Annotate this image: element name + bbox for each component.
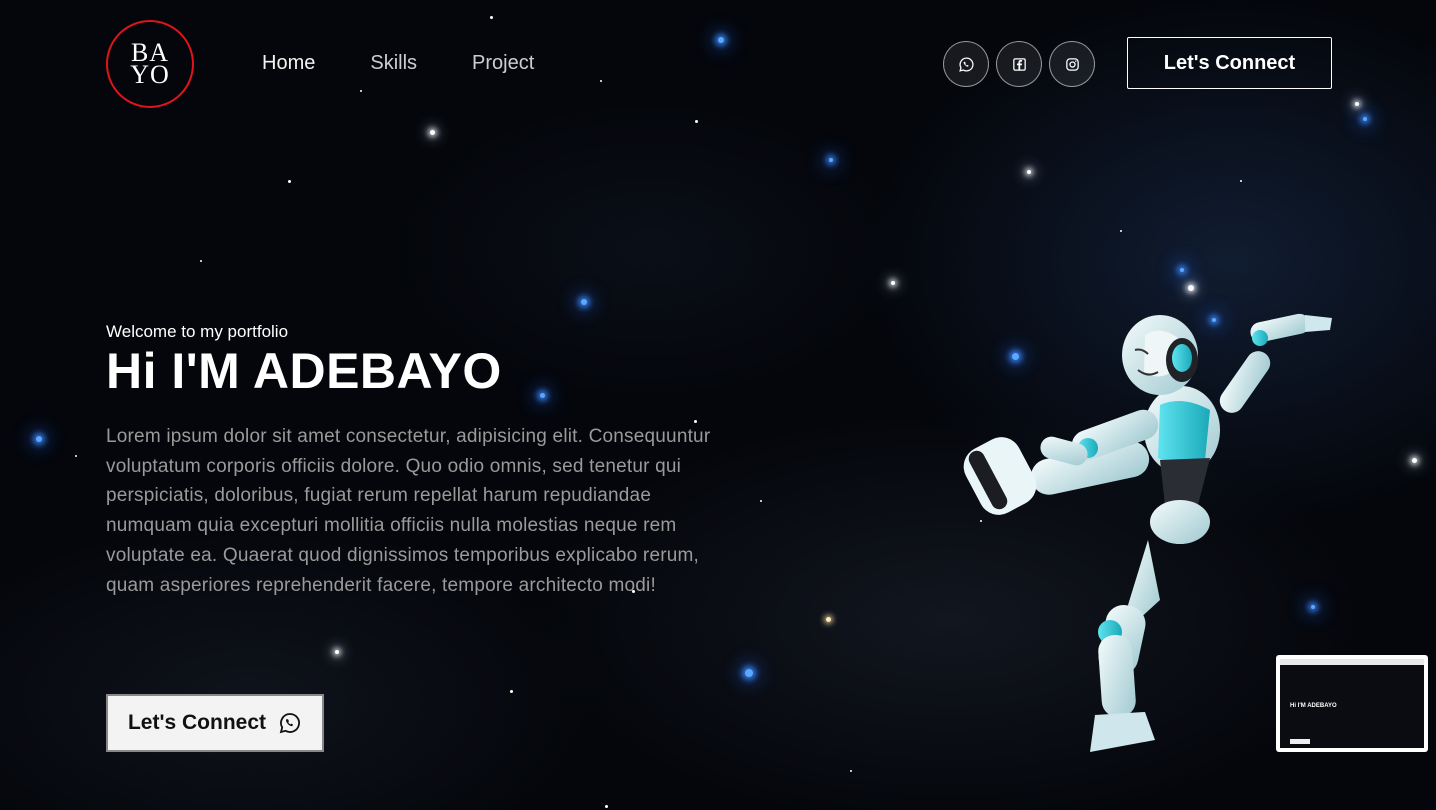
nav-item-home[interactable]: Home (262, 52, 315, 75)
star (1363, 117, 1367, 121)
star (600, 80, 602, 82)
star (891, 281, 895, 285)
preview-thumbnail[interactable]: Hi I'M ADEBAYO (1276, 655, 1428, 752)
star (1412, 458, 1417, 463)
whatsapp-link[interactable] (943, 41, 989, 87)
star (200, 260, 202, 262)
instagram-link[interactable] (1049, 41, 1095, 87)
star (605, 805, 608, 808)
star (1355, 102, 1359, 106)
nav-item-project[interactable]: Project (472, 52, 534, 75)
hero-title: Hi I'M ADEBAYO (106, 343, 502, 399)
star (490, 16, 493, 19)
star (430, 130, 435, 135)
hero-connect-button[interactable]: Let's Connect (106, 694, 324, 752)
star (36, 436, 42, 442)
star (288, 180, 291, 183)
star (75, 455, 77, 457)
star (360, 90, 362, 92)
whatsapp-icon (279, 713, 300, 734)
star (829, 158, 833, 162)
star (335, 650, 339, 654)
star (1180, 268, 1184, 272)
star (1027, 170, 1031, 174)
logo-line-2: YO (130, 60, 170, 89)
instagram-icon (1065, 57, 1079, 71)
hero-connect-label: Let's Connect (127, 711, 266, 734)
preview-browser-bar (1280, 659, 1424, 665)
star (1120, 230, 1122, 232)
star (760, 500, 762, 502)
star (540, 393, 545, 398)
star (718, 37, 724, 43)
facebook-icon (1012, 57, 1026, 71)
star (1188, 285, 1194, 291)
star (510, 690, 513, 693)
preview-title: Hi I'M ADEBAYO (1290, 703, 1337, 709)
facebook-link[interactable] (996, 41, 1042, 87)
whatsapp-icon (958, 56, 974, 72)
hero-description: Lorem ipsum dolor sit amet consectetur, … (106, 426, 711, 596)
star (695, 120, 698, 123)
star (1240, 180, 1242, 182)
social-links (943, 41, 1095, 87)
preview-button (1290, 739, 1310, 744)
preview-thumbnail-screen: Hi I'M ADEBAYO (1280, 659, 1424, 748)
star (826, 617, 831, 622)
nav-item-skills[interactable]: Skills (370, 52, 417, 75)
header-connect-button[interactable]: Let's Connect (1127, 37, 1332, 89)
welcome-tagline: Welcome to my portfolio (106, 322, 289, 341)
logo[interactable]: BA YO (106, 20, 194, 108)
star (745, 669, 753, 677)
main-nav: Home Skills Project (262, 52, 589, 75)
star (850, 770, 852, 772)
star (581, 299, 587, 305)
